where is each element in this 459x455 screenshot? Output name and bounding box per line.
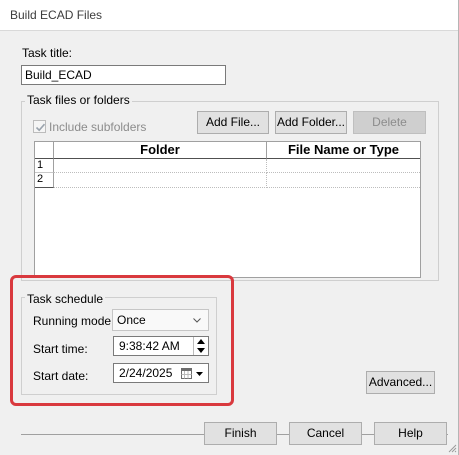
grid-cell-file[interactable] [267, 159, 420, 173]
grid-cell-file[interactable] [267, 173, 420, 188]
task-title-input[interactable]: Build_ECAD [21, 65, 226, 85]
row-number: 1 [35, 159, 54, 173]
grid-cell-folder[interactable] [54, 159, 267, 173]
checkmark-icon [35, 123, 46, 132]
task-files-group-label: Task files or folders [25, 93, 132, 107]
advanced-button[interactable]: Advanced... [366, 371, 435, 394]
finish-button[interactable]: Finish [204, 422, 277, 445]
highlight-box [10, 275, 234, 406]
add-file-button[interactable]: Add File... [197, 111, 269, 134]
help-button[interactable]: Help [374, 422, 447, 445]
include-subfolders-checkbox[interactable] [33, 120, 46, 133]
window-title: Build ECAD Files [10, 8, 103, 22]
task-title-label: Task title: [22, 46, 73, 60]
files-grid[interactable]: Folder File Name or Type 1 2 [34, 141, 421, 278]
row-number: 2 [35, 173, 54, 188]
add-folder-button[interactable]: Add Folder... [275, 111, 347, 134]
task-title-value: Build_ECAD [25, 68, 92, 82]
include-subfolders-label: Include subfolders [49, 120, 147, 134]
resize-grip-icon[interactable] [447, 443, 457, 453]
cancel-button[interactable]: Cancel [289, 422, 362, 445]
title-bar: Build ECAD Files [0, 0, 459, 31]
delete-button[interactable]: Delete [353, 111, 426, 134]
grid-corner [35, 142, 54, 159]
column-header-file-name[interactable]: File Name or Type [267, 142, 420, 159]
grid-cell-folder[interactable] [54, 173, 267, 188]
column-header-folder[interactable]: Folder [54, 142, 267, 159]
